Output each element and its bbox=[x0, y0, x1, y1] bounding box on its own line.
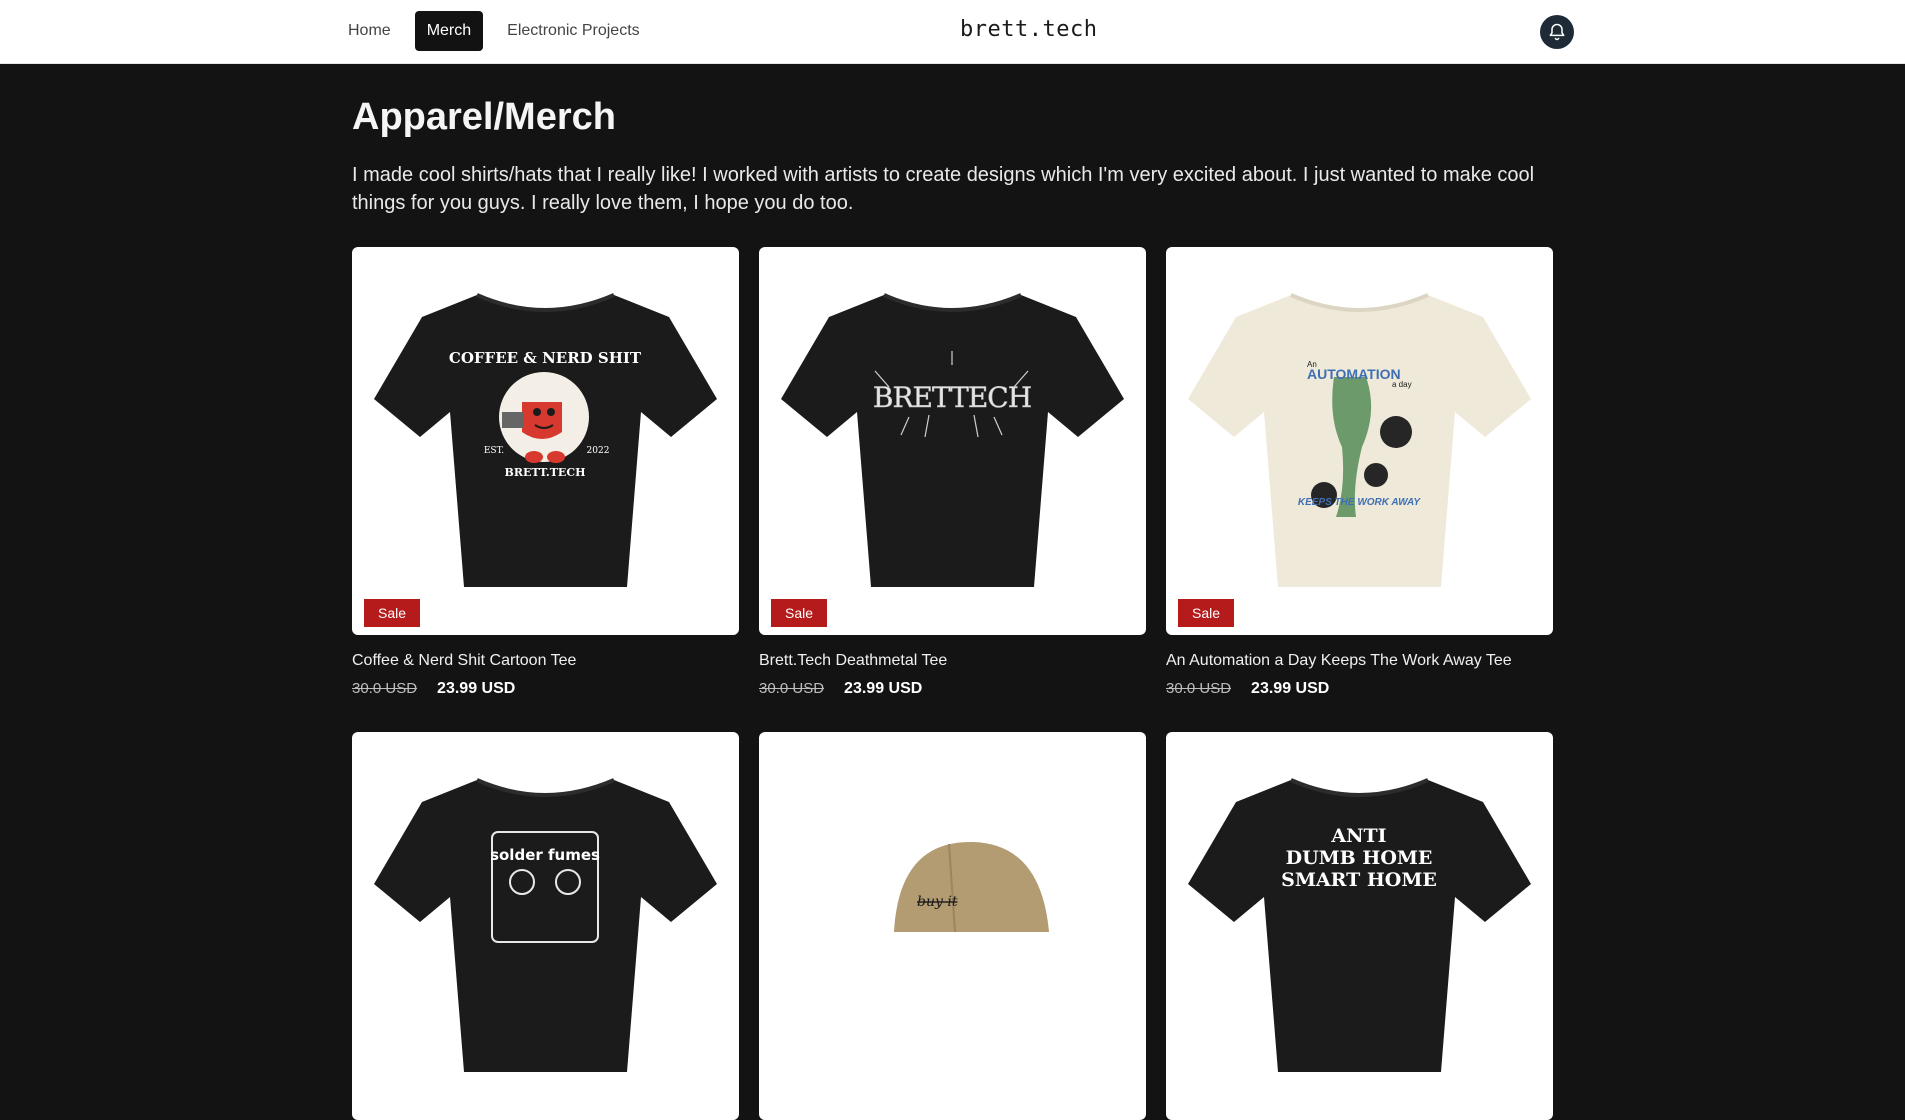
sale-badge: Sale bbox=[364, 599, 421, 627]
print-line-2: DUMB HOME bbox=[1286, 847, 1433, 869]
product-card[interactable]: BRETTECH Sale Brett.Tech Deathmetal Tee … bbox=[759, 247, 1146, 698]
original-price: 30.0 USD bbox=[1166, 680, 1232, 697]
product-image[interactable]: An AUTOMATION a day KEEPS THE WORK AWAY … bbox=[1166, 247, 1553, 635]
original-price: 30.0 USD bbox=[352, 680, 418, 697]
product-card[interactable]: COFFEE & NERD SHIT EST. 2022 BRETT.TECH … bbox=[352, 247, 739, 698]
nav-item-home[interactable]: Home bbox=[338, 11, 401, 51]
top-navigation-bar: Home Merch Electronic Projects brett.tec… bbox=[0, 0, 1905, 64]
tshirt-shape bbox=[781, 295, 1124, 587]
deathmetal-logo-text: BRETTECH bbox=[873, 381, 1031, 414]
product-name[interactable]: An Automation a Day Keeps The Work Away … bbox=[1166, 652, 1553, 670]
product-grid: COFFEE & NERD SHIT EST. 2022 BRETT.TECH … bbox=[352, 247, 1553, 1120]
print-line-2: AUTOMATION bbox=[1307, 366, 1401, 382]
print-line-3: SMART HOME bbox=[1281, 869, 1437, 891]
print-top-text: COFFEE & NERD SHIT bbox=[449, 349, 642, 367]
notification-bell-button[interactable] bbox=[1540, 15, 1574, 49]
tshirt-shape bbox=[374, 780, 717, 1072]
product-image[interactable]: solder fumes bbox=[352, 732, 739, 1120]
original-price: 30.0 USD bbox=[759, 680, 825, 697]
print-line-3: a day bbox=[1392, 380, 1412, 389]
product-card[interactable]: solder fumes bbox=[352, 732, 739, 1120]
product-image[interactable]: COFFEE & NERD SHIT EST. 2022 BRETT.TECH … bbox=[352, 247, 739, 635]
product-image[interactable]: ANTI DUMB HOME SMART HOME bbox=[1166, 732, 1553, 1120]
product-name[interactable]: Brett.Tech Deathmetal Tee bbox=[759, 652, 1146, 670]
merch-page: Apparel/Merch I made cool shirts/hats th… bbox=[352, 64, 1553, 1120]
product-card[interactable]: An AUTOMATION a day KEEPS THE WORK AWAY … bbox=[1166, 247, 1553, 698]
product-prices: 30.0 USD 23.99 USD bbox=[1166, 680, 1553, 698]
tshirt-shape bbox=[1188, 780, 1531, 1072]
product-image[interactable]: BRETTECH Sale bbox=[759, 247, 1146, 635]
main-nav: Home Merch Electronic Projects bbox=[338, 11, 650, 51]
sale-price: 23.99 USD bbox=[844, 680, 923, 697]
product-card[interactable]: ANTI DUMB HOME SMART HOME bbox=[1166, 732, 1553, 1120]
page-title: Apparel/Merch bbox=[352, 96, 616, 138]
product-prices: 30.0 USD 23.99 USD bbox=[352, 680, 739, 698]
sale-badge: Sale bbox=[1178, 599, 1235, 627]
bell-icon bbox=[1549, 23, 1565, 41]
product-prices: 30.0 USD 23.99 USD bbox=[759, 680, 1146, 698]
sale-badge: Sale bbox=[771, 599, 828, 627]
sale-price: 23.99 USD bbox=[437, 680, 516, 697]
sale-price: 23.99 USD bbox=[1251, 680, 1330, 697]
print-line-4: KEEPS THE WORK AWAY bbox=[1298, 497, 1422, 508]
product-name[interactable]: Coffee & Nerd Shit Cartoon Tee bbox=[352, 652, 739, 670]
print-left-text: EST. bbox=[484, 446, 504, 456]
site-logo[interactable]: brett.tech bbox=[960, 17, 1097, 42]
print-line-1: ANTI bbox=[1330, 825, 1386, 847]
nav-item-electronic-projects[interactable]: Electronic Projects bbox=[497, 11, 650, 51]
print-text: buy it bbox=[917, 894, 958, 910]
print-bottom-text: BRETT.TECH bbox=[505, 466, 586, 479]
print-text: solder fumes bbox=[490, 846, 600, 864]
cap-shape bbox=[894, 841, 1049, 932]
page-intro: I made cool shirts/hats that I really li… bbox=[352, 164, 1535, 214]
product-card[interactable]: buy it bbox=[759, 732, 1146, 1120]
nav-item-merch[interactable]: Merch bbox=[414, 11, 484, 51]
print-right-text: 2022 bbox=[587, 446, 610, 456]
product-image[interactable]: buy it bbox=[759, 732, 1146, 1120]
